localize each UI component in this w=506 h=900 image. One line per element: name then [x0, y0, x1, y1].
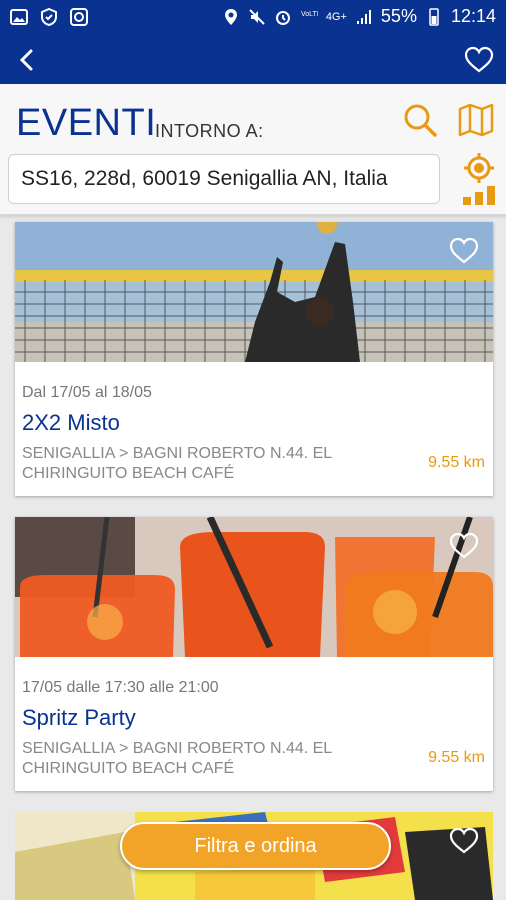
event-location: SENIGALLIA > BAGNI ROBERTO N.44. EL CHIR…: [22, 740, 332, 777]
mute-icon: [249, 8, 265, 25]
event-name[interactable]: Spritz Party: [22, 705, 136, 731]
location-field[interactable]: SS16, 228d, 60019 Senigallia AN, Italia: [8, 154, 440, 204]
image-icon: [10, 9, 28, 25]
notification-icons: [10, 8, 88, 26]
event-card[interactable]: 17/05 dalle 17:30 alle 21:00 Spritz Part…: [15, 517, 493, 791]
status-bar: VoLTE 4G+ 55% 12:14: [0, 0, 506, 36]
event-date: Dal 17/05 al 18/05: [22, 384, 152, 401]
location-icon: [224, 8, 237, 25]
favorite-heart-icon[interactable]: [449, 826, 479, 854]
clock: 12:14: [450, 6, 496, 26]
battery-level: 55%: [380, 6, 417, 26]
alarm-icon: [275, 10, 290, 25]
search-icon[interactable]: [402, 102, 438, 138]
favorites-heart-icon[interactable]: [464, 45, 494, 75]
event-date: 17/05 dalle 17:30 alle 21:00: [22, 679, 219, 696]
event-location: SENIGALLIA > BAGNI ROBERTO N.44. EL CHIR…: [22, 445, 332, 482]
filter-sort-button[interactable]: Filtra e ordina: [120, 822, 391, 870]
page-subtitle: INTORNO A:: [155, 121, 264, 141]
system-indicators: VoLTE 4G+ 55% 12:14: [222, 6, 496, 27]
favorite-heart-icon[interactable]: [449, 531, 479, 559]
app-badge-icon: [70, 8, 88, 26]
svg-text:VoLTE: VoLTE: [301, 11, 318, 18]
map-icon[interactable]: [458, 102, 494, 138]
search-header: EVENTI INTORNO A: SS16, 228d, 60019 Seni…: [0, 84, 506, 215]
shield-check-icon: [41, 8, 57, 26]
event-image: [15, 517, 493, 657]
event-image: [15, 222, 493, 362]
event-distance: 9.55 km: [428, 454, 485, 471]
battery-icon: [429, 7, 439, 26]
signal-icon: [356, 9, 371, 24]
favorite-heart-icon[interactable]: [449, 236, 479, 264]
event-name[interactable]: 2X2 Misto: [22, 410, 120, 436]
event-card[interactable]: Dal 17/05 al 18/05 2X2 Misto SENIGALLIA …: [15, 222, 493, 496]
gps-target-icon[interactable]: [458, 152, 500, 206]
app-bar: [0, 36, 506, 84]
volte-icon: VoLTE: [301, 11, 318, 18]
event-distance: 9.55 km: [428, 749, 485, 766]
page-title: EVENTI: [16, 102, 157, 144]
network-type: 4G+: [325, 10, 347, 23]
back-arrow-icon[interactable]: [14, 46, 42, 74]
